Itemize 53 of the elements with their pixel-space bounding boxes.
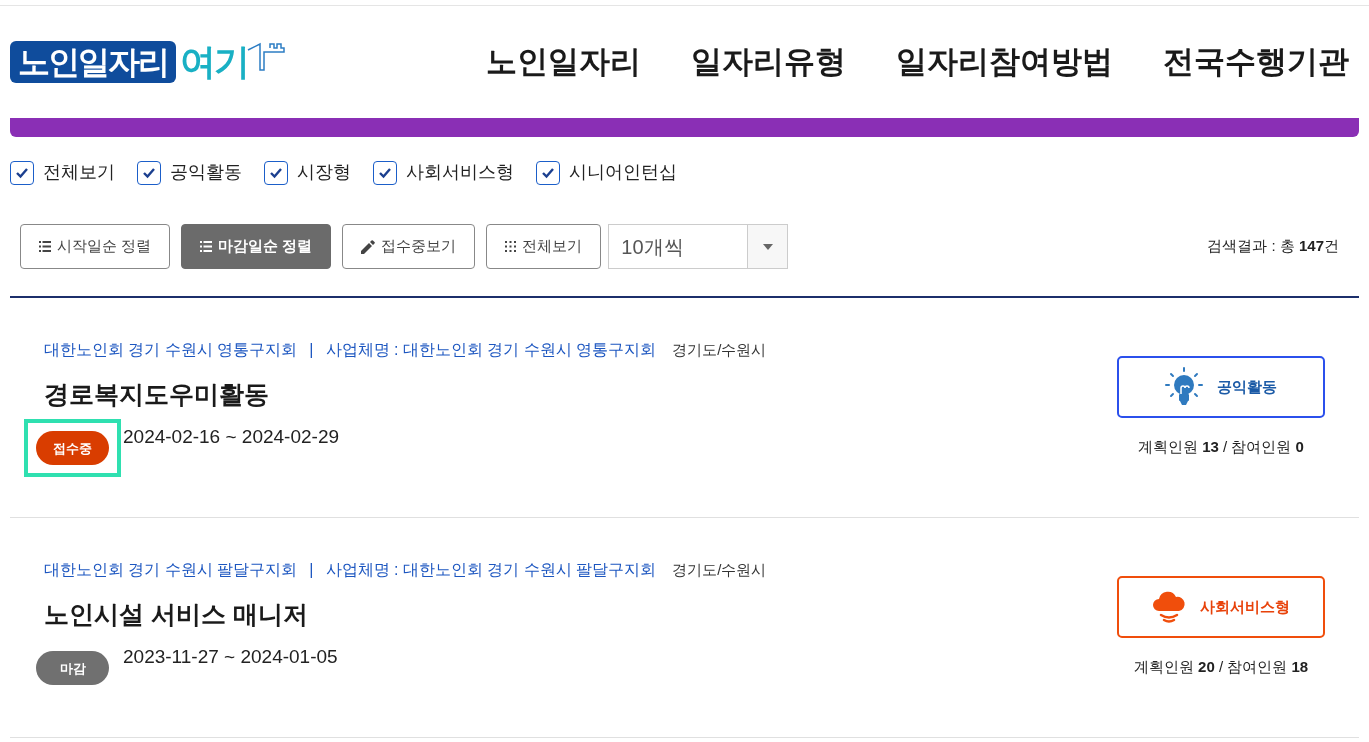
company-link[interactable]: 사업체명 : 대한노인회 경기 수원시 팔달구지회: [325, 557, 657, 582]
status-badge: 접수중: [36, 431, 109, 466]
check-icon: [378, 166, 392, 179]
sort-button[interactable]: 시작일순 정렬: [20, 224, 171, 269]
company-link[interactable]: 사업체명 : 대한노인회 경기 수원시 영통구지회: [325, 337, 657, 362]
nav-link[interactable]: 전국수행기관: [1163, 38, 1349, 86]
sort-button[interactable]: 접수중보기: [342, 224, 476, 269]
date-range: 2023-11-27 ~ 2024-01-05: [123, 645, 338, 669]
separator: |: [309, 559, 314, 580]
lightbulb-icon: [1165, 367, 1203, 408]
pencil-icon: [361, 239, 376, 254]
checkbox-label: 시니어인턴십: [569, 161, 677, 184]
checkbox-label: 시장형: [297, 161, 351, 184]
headcount-text: 계획인원 13 / 참여인원 0: [1138, 437, 1304, 458]
checkbox[interactable]: [10, 160, 34, 185]
checkbox[interactable]: [137, 160, 161, 185]
check-icon: [269, 166, 283, 179]
region-text: 경기도/수원시: [672, 339, 767, 360]
logo-accent-text: 여기: [180, 41, 248, 83]
nav-link[interactable]: 일자리유형: [691, 38, 846, 86]
grid-icon: [505, 241, 517, 252]
job-title[interactable]: 노인시설 서비스 매니저: [44, 595, 1117, 634]
logo[interactable]: 노인일자리 여기: [10, 41, 450, 83]
nav-link[interactable]: 노인일자리: [486, 38, 641, 86]
logo-main-text: 노인일자리: [10, 41, 176, 83]
cloud-icon: [1152, 589, 1186, 626]
checkbox-label: 공익활동: [170, 161, 242, 184]
checkbox[interactable]: [264, 160, 288, 185]
check-icon: [142, 166, 156, 179]
checkbox[interactable]: [373, 160, 397, 185]
caret-icon: [762, 243, 773, 250]
sort-button[interactable]: 마감일순 정렬: [181, 224, 332, 269]
result-count: 검색결과 : 총 147건: [1207, 236, 1339, 257]
nav-link[interactable]: 일자리참여방법: [896, 38, 1113, 86]
checkbox[interactable]: [536, 160, 560, 185]
category-badge[interactable]: 사회서비스형: [1117, 576, 1325, 639]
check-icon: [15, 166, 29, 179]
checkbox-label: 사회서비스형: [406, 161, 514, 184]
status-badge: 마감: [36, 651, 109, 686]
check-icon: [541, 166, 555, 179]
checkbox-label: 전체보기: [43, 161, 115, 184]
region-text: 경기도/수원시: [672, 559, 767, 580]
list-icon: [200, 241, 213, 252]
list-icon: [39, 241, 51, 252]
organization-link[interactable]: 대한노인회 경기 수원시 팔달구지회: [44, 557, 298, 582]
category-badge[interactable]: 공익활동: [1117, 356, 1325, 419]
page-size-select[interactable]: 10개씩: [608, 224, 789, 269]
organization-link[interactable]: 대한노인회 경기 수원시 영통구지회: [44, 337, 298, 362]
headcount-text: 계획인원 20 / 참여인원 18: [1133, 657, 1309, 678]
separator: |: [309, 339, 314, 360]
job-title[interactable]: 경로복지도우미활동: [44, 375, 1117, 414]
sort-button[interactable]: 전체보기: [486, 224, 602, 269]
date-range: 2024-02-16 ~ 2024-02-29: [123, 425, 340, 449]
